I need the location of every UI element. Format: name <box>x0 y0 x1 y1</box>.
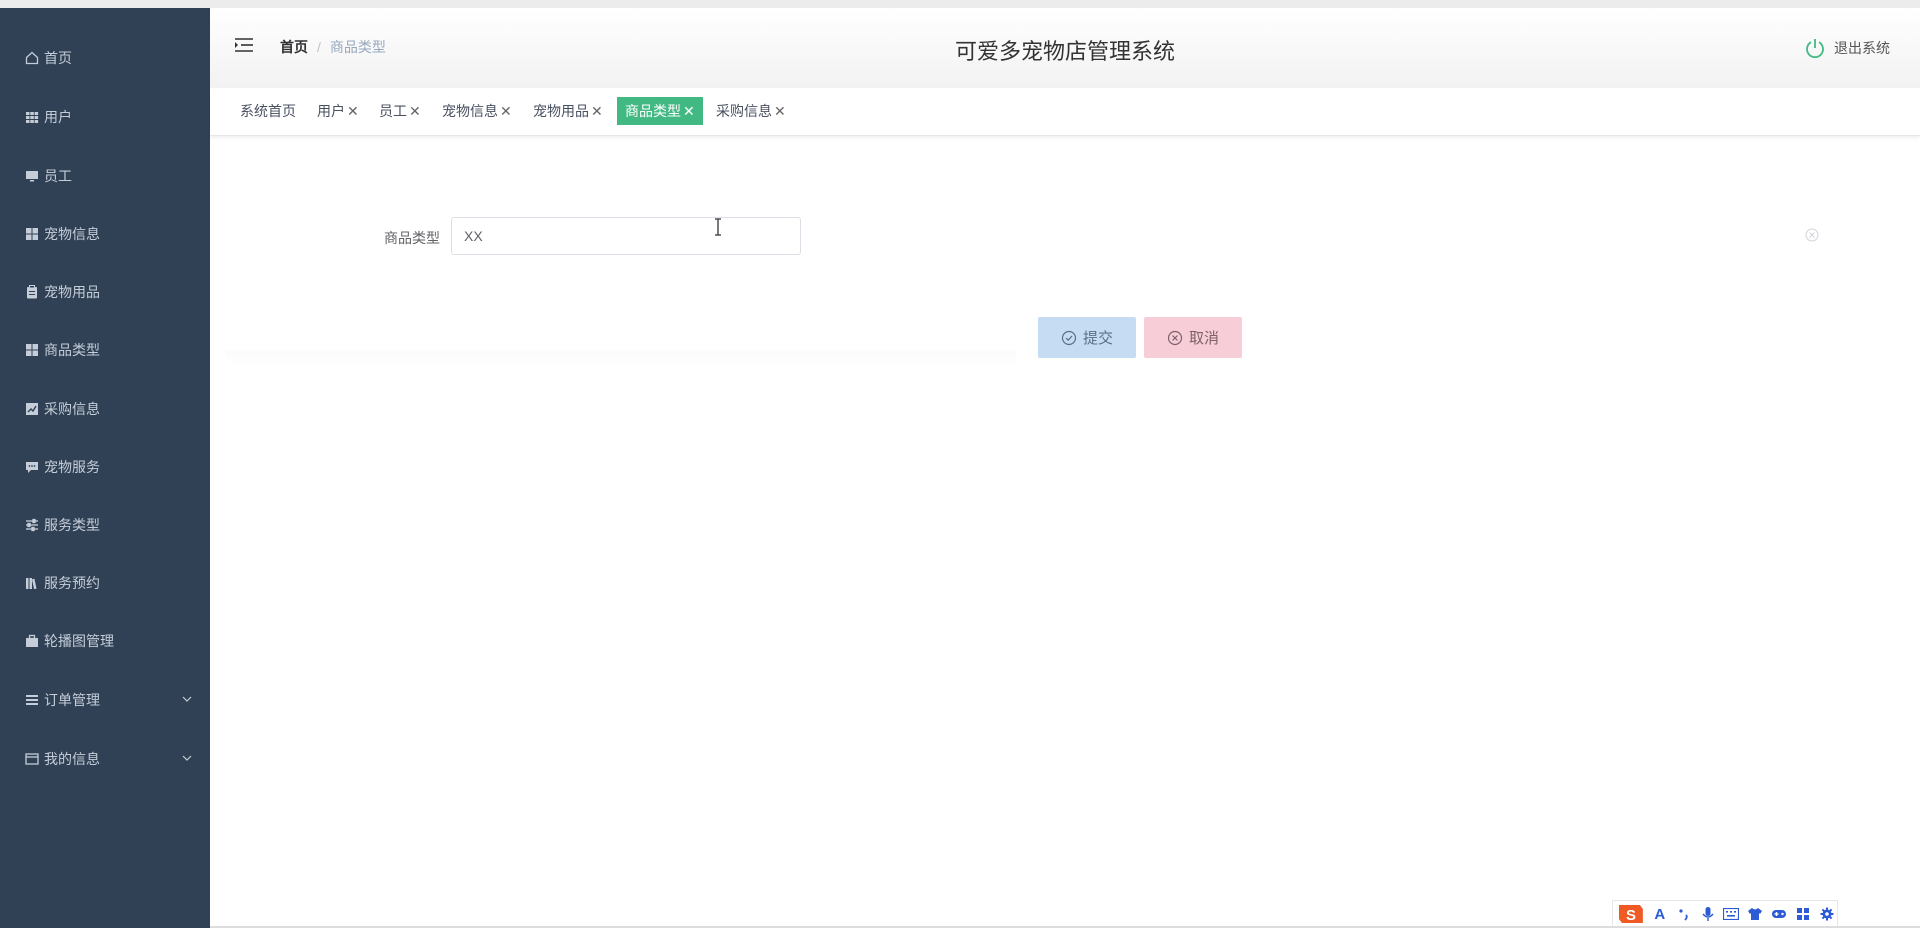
dashboard-icon <box>24 342 40 358</box>
cancel-button[interactable]: 取消 <box>1144 317 1242 358</box>
submit-label: 提交 <box>1082 330 1113 347</box>
keyboard-icon[interactable] <box>1722 904 1742 924</box>
dashboard-icon <box>24 226 40 242</box>
gamepad-icon[interactable] <box>1769 904 1789 924</box>
close-circle-icon <box>1167 330 1183 345</box>
product-type-input[interactable] <box>451 217 801 255</box>
page-title: 可爱多宠物店管理系统 <box>954 39 1175 64</box>
ime-toolbar: S A <box>1612 900 1838 928</box>
sidebar-item-label: 服务类型 <box>44 517 100 533</box>
sidebar: 首页 用户 员工 宠物信息 宠物用品 商品类型 采购信息 宠物服务 服务类型 服… <box>0 8 210 928</box>
font-icon[interactable]: A <box>1650 904 1670 924</box>
punctuation-icon[interactable] <box>1674 904 1694 924</box>
cancel-label: 取消 <box>1188 330 1219 347</box>
svg-text:S: S <box>1626 907 1636 924</box>
card-icon <box>24 751 40 767</box>
tab-product-type[interactable]: 商品类型 ✕ <box>617 97 703 125</box>
sidebar-item-pet-info[interactable]: 宠物信息 <box>24 224 194 244</box>
sidebar-item-label: 轮播图管理 <box>44 633 114 649</box>
sidebar-item-orders[interactable]: 订单管理 <box>24 690 194 710</box>
power-icon <box>1806 39 1824 59</box>
sidebar-item-label: 宠物信息 <box>44 226 100 242</box>
sidebar-item-users[interactable]: 用户 <box>24 107 194 127</box>
tab-label: 采购信息 <box>716 103 772 119</box>
sidebar-item-carousel[interactable]: 轮播图管理 <box>24 631 194 651</box>
list-icon <box>24 692 40 708</box>
tabs-bar: 系统首页 用户 ✕ 员工 ✕ 宠物信息 ✕ 宠物用品 ✕ 商品类型 ✕ 采购信息 ✕ <box>210 88 1920 136</box>
tab-system-home[interactable]: 系统首页 <box>240 97 296 125</box>
message-icon <box>24 459 40 475</box>
tab-label: 商品类型 <box>625 103 681 119</box>
logout-label: 退出系统 <box>1834 40 1890 56</box>
sogou-logo-icon[interactable]: S <box>1616 901 1646 927</box>
top-header: 首页 / 商品类型 可爱多宠物店管理系统 退出系统 <box>210 8 1920 88</box>
sidebar-item-label: 宠物服务 <box>44 459 100 475</box>
tab-pet-info[interactable]: 宠物信息 ✕ <box>442 97 512 125</box>
tab-purchase[interactable]: 采购信息 ✕ <box>716 97 786 125</box>
sidebar-item-staff[interactable]: 员工 <box>24 166 194 186</box>
apps-icon[interactable] <box>1793 904 1813 924</box>
chart-icon <box>24 401 40 417</box>
briefcase-icon <box>24 633 40 649</box>
sidebar-item-label: 商品类型 <box>44 342 100 358</box>
grid-icon <box>24 109 40 125</box>
sidebar-item-purchase[interactable]: 采购信息 <box>24 399 194 419</box>
sidebar-item-pet-supplies[interactable]: 宠物用品 <box>24 282 194 302</box>
sidebar-item-product-type[interactable]: 商品类型 <box>24 340 194 360</box>
sidebar-item-label: 宠物用品 <box>44 284 100 300</box>
tab-users[interactable]: 用户 ✕ <box>317 97 359 125</box>
close-icon[interactable]: ✕ <box>774 103 786 119</box>
tab-label: 宠物信息 <box>442 103 498 119</box>
sidebar-item-label: 服务预约 <box>44 575 100 591</box>
close-icon[interactable]: ✕ <box>591 103 603 119</box>
close-icon[interactable]: ✕ <box>347 103 359 119</box>
tab-pet-supplies[interactable]: 宠物用品 ✕ <box>533 97 603 125</box>
clipboard-icon <box>24 284 40 300</box>
settings-icon[interactable] <box>1817 904 1837 924</box>
sidebar-item-label: 用户 <box>44 109 72 125</box>
skin-icon[interactable] <box>1745 904 1765 924</box>
top-strip <box>0 0 1920 8</box>
sidebar-item-label: 订单管理 <box>44 692 100 708</box>
microphone-icon[interactable] <box>1698 904 1718 924</box>
chevron-down-icon <box>182 755 192 761</box>
close-icon[interactable]: ✕ <box>683 103 695 119</box>
sidebar-item-my-info[interactable]: 我的信息 <box>24 749 194 769</box>
sidebar-item-service-booking[interactable]: 服务预约 <box>24 573 194 593</box>
submit-button[interactable]: 提交 <box>1038 317 1136 358</box>
sidebar-item-service-type[interactable]: 服务类型 <box>24 515 194 535</box>
sidebar-item-label: 我的信息 <box>44 751 100 767</box>
logout-button[interactable]: 退出系统 <box>1804 37 1890 59</box>
monitor-icon <box>24 168 40 184</box>
form-divider <box>226 350 1016 366</box>
home-icon <box>24 50 40 66</box>
tab-staff[interactable]: 员工 ✕ <box>379 97 421 125</box>
sidebar-item-label: 采购信息 <box>44 401 100 417</box>
sidebar-item-label: 员工 <box>44 168 72 184</box>
sidebar-item-label: 首页 <box>44 50 72 66</box>
tab-label: 宠物用品 <box>533 103 589 119</box>
sidebar-item-pet-service[interactable]: 宠物服务 <box>24 457 194 477</box>
text-cursor-icon <box>715 218 721 236</box>
chevron-down-icon <box>182 696 192 702</box>
close-icon[interactable]: ✕ <box>500 103 512 119</box>
clear-icon[interactable] <box>1804 227 1820 243</box>
close-icon[interactable]: ✕ <box>409 103 421 119</box>
tab-label: 员工 <box>379 103 407 119</box>
tab-label: 用户 <box>317 103 345 119</box>
check-circle-icon <box>1061 330 1077 345</box>
books-icon <box>24 575 40 591</box>
sliders-icon <box>24 517 40 533</box>
tab-label: 系统首页 <box>240 103 296 119</box>
product-type-label: 商品类型 <box>384 230 440 246</box>
sidebar-item-home[interactable]: 首页 <box>24 48 194 68</box>
